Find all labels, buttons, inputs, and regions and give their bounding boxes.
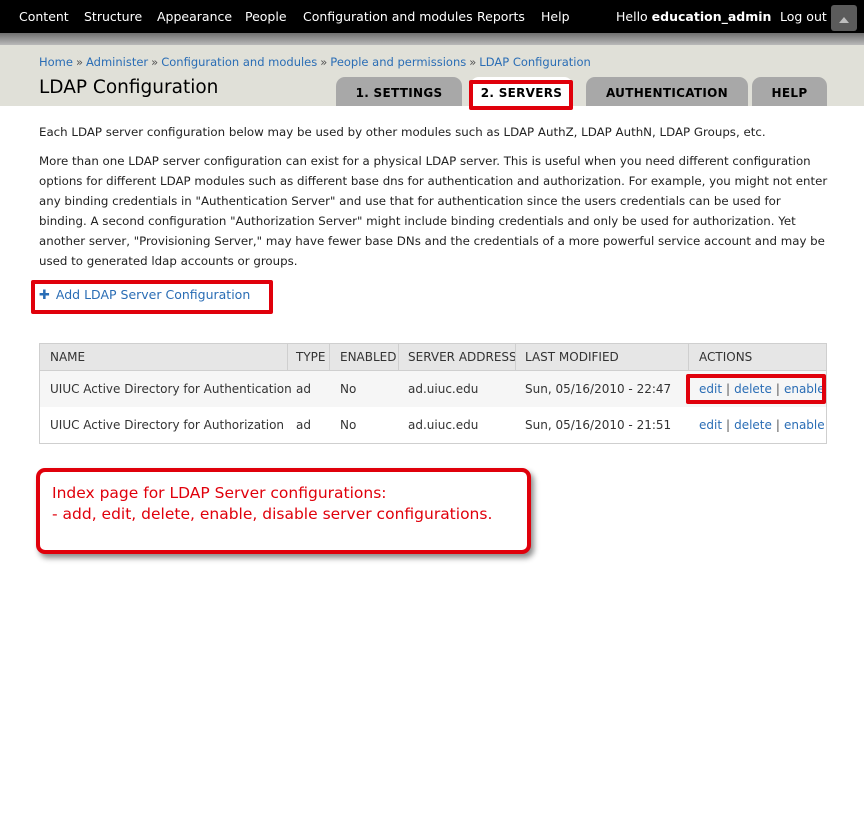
cell-enabled: No (340, 382, 357, 396)
cell-actions: edit | delete | enable (699, 382, 825, 396)
breadcrumb-separator: » (469, 55, 477, 69)
column-divider (515, 344, 516, 371)
breadcrumb-separator: » (320, 55, 328, 69)
intro-text: Each LDAP server configuration below may… (39, 125, 766, 139)
column-header-server-address[interactable]: SERVER ADDRESS (408, 350, 517, 364)
cell-address: ad.uiuc.edu (408, 382, 479, 396)
cell-enabled: No (340, 418, 357, 432)
username[interactable]: education_admin (652, 9, 772, 24)
enable-link[interactable]: enable (784, 382, 825, 396)
cell-last-modified: Sun, 05/16/2010 - 21:51 (525, 418, 672, 432)
edit-link[interactable]: edit (699, 418, 722, 432)
breadcrumb-people-permissions[interactable]: People and permissions (330, 55, 466, 69)
tab-settings[interactable]: 1. SETTINGS (336, 77, 462, 106)
menu-help[interactable]: Help (541, 9, 570, 24)
cell-last-modified: Sun, 05/16/2010 - 22:47 (525, 382, 672, 396)
breadcrumb-configuration[interactable]: Configuration and modules (161, 55, 317, 69)
callout-line-2: - add, edit, delete, enable, disable ser… (52, 505, 493, 523)
page-title: LDAP Configuration (39, 77, 219, 98)
callout-line-1: Index page for LDAP Server configuration… (52, 484, 387, 502)
greeting-prefix: Hello (616, 9, 652, 24)
annotation-callout: Index page for LDAP Server configuration… (36, 468, 531, 554)
cell-type: ad (296, 382, 311, 396)
breadcrumb-administer[interactable]: Administer (86, 55, 148, 69)
enable-link[interactable]: enable (784, 418, 825, 432)
menu-configuration[interactable]: Configuration and modules (303, 9, 473, 24)
column-divider (329, 344, 330, 371)
menu-structure[interactable]: Structure (84, 9, 142, 24)
column-divider (398, 344, 399, 371)
triangle-up-icon (839, 17, 849, 23)
cell-type: ad (296, 418, 311, 432)
column-header-actions: ACTIONS (699, 350, 753, 364)
tab-authentication[interactable]: AUTHENTICATION (586, 77, 748, 106)
page-header: Home» Administer» Configuration and module… (0, 45, 864, 107)
cell-address: ad.uiuc.edu (408, 418, 479, 432)
shortcut-bar (0, 33, 864, 45)
greeting: Hello education_admin (616, 9, 771, 24)
plus-icon: ✚ (39, 288, 50, 303)
column-header-last-modified[interactable]: LAST MODIFIED (525, 350, 619, 364)
column-divider (688, 344, 689, 371)
breadcrumb: Home» Administer» Configuration and module… (39, 55, 591, 69)
breadcrumb-home[interactable]: Home (39, 55, 73, 69)
menu-content[interactable]: Content (19, 9, 69, 24)
breadcrumb-separator: » (151, 55, 159, 69)
tab-servers[interactable]: 2. SERVERS (470, 77, 573, 107)
cell-actions: edit | delete | enable (699, 418, 825, 432)
breadcrumb-ldap-configuration[interactable]: LDAP Configuration (479, 55, 591, 69)
add-ldap-server-link[interactable]: ✚ Add LDAP Server Configuration (39, 287, 250, 303)
column-header-enabled[interactable]: ENABLED (340, 350, 397, 364)
cell-name: UIUC Active Directory for Authentication (50, 382, 292, 396)
cell-name: UIUC Active Directory for Authorization (50, 418, 285, 432)
edit-link[interactable]: edit (699, 382, 722, 396)
table-row: UIUC Active Directory for Authorization … (40, 407, 826, 443)
table-header: NAME TYPE ENABLED SERVER ADDRESS LAST MO… (40, 344, 826, 371)
column-header-type[interactable]: TYPE (296, 350, 325, 364)
table-row: UIUC Active Directory for Authentication… (40, 371, 826, 407)
menu-reports[interactable]: Reports (477, 9, 525, 24)
menu-people[interactable]: People (245, 9, 287, 24)
menu-appearance[interactable]: Appearance (157, 9, 232, 24)
column-divider (287, 344, 288, 371)
logout-link[interactable]: Log out (780, 9, 827, 24)
delete-link[interactable]: delete (734, 382, 772, 396)
description-text: More than one LDAP server configuration … (39, 154, 828, 268)
column-header-name[interactable]: NAME (50, 350, 85, 364)
admin-toolbar: Content Structure Appearance People Conf… (0, 0, 864, 33)
tab-help[interactable]: HELP (752, 77, 827, 106)
add-link-label: Add LDAP Server Configuration (55, 287, 251, 302)
delete-link[interactable]: delete (734, 418, 772, 432)
servers-table: NAME TYPE ENABLED SERVER ADDRESS LAST MO… (39, 343, 827, 444)
breadcrumb-separator: » (75, 55, 84, 69)
shortcuts-toggle-button[interactable] (831, 5, 857, 31)
